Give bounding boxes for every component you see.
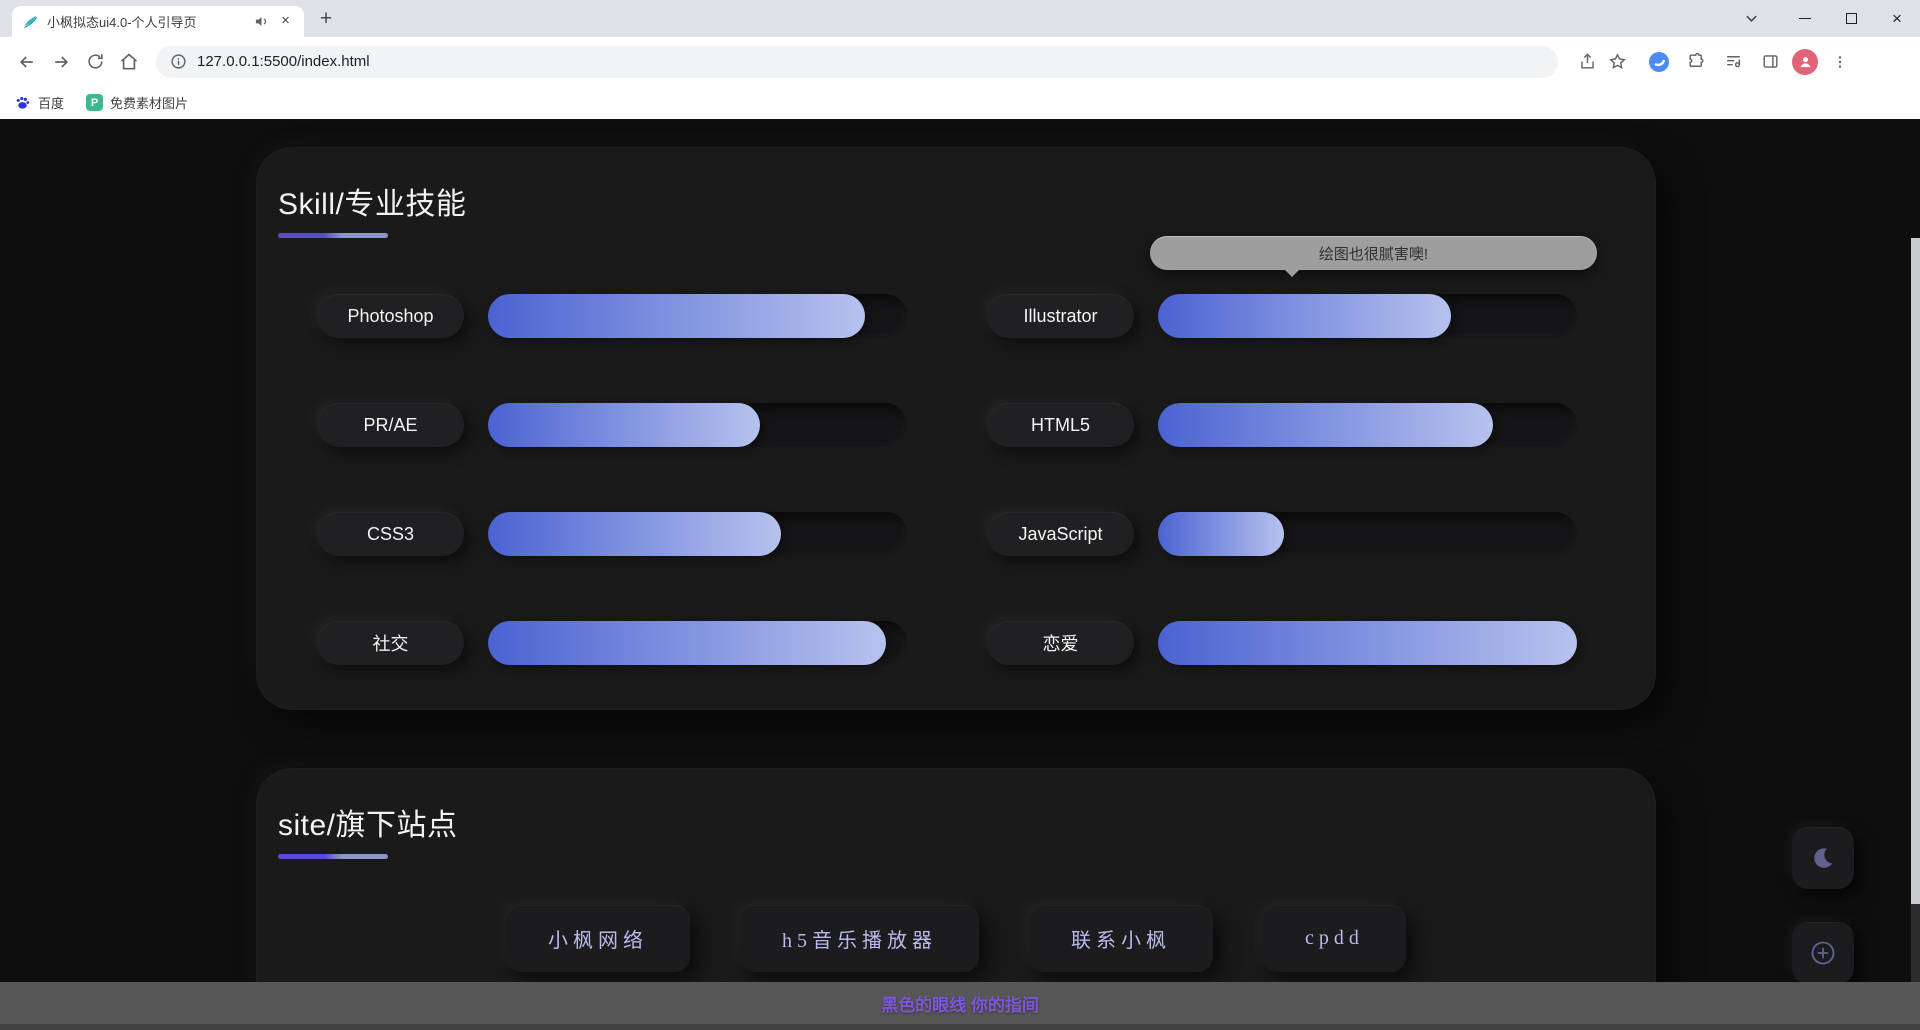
toolbar-extensions [1644, 47, 1855, 77]
skill-row: Photoshop [317, 294, 907, 338]
skill-label: HTML5 [987, 403, 1134, 447]
reload-icon[interactable] [78, 45, 112, 79]
close-tab-icon[interactable]: × [277, 13, 294, 30]
title-underline [278, 854, 388, 859]
site-link-button[interactable]: cpdd [1263, 905, 1406, 972]
skill-progress-track: 绘图也很腻害噢! [1158, 294, 1577, 338]
skill-progress-track [488, 294, 907, 338]
new-tab-button[interactable]: + [312, 6, 340, 34]
skill-label: CSS3 [317, 512, 464, 556]
title-underline [278, 233, 388, 238]
extension-circle-icon[interactable] [1644, 47, 1674, 77]
skill-label: 社交 [317, 621, 464, 665]
site-favicon-icon [22, 13, 39, 30]
skill-progress-track [488, 621, 907, 665]
bookmark-label: 免费素材图片 [110, 93, 188, 112]
media-control-icon[interactable] [1718, 47, 1748, 77]
tab-strip: 小枫拟态ui4.0-个人引导页 × + × [0, 0, 1920, 37]
maximize-button[interactable] [1828, 0, 1874, 37]
profile-avatar[interactable] [1792, 49, 1818, 75]
skill-progress-fill [488, 403, 760, 447]
audio-icon[interactable] [254, 14, 269, 29]
skill-row: 恋爱 [987, 621, 1577, 665]
star-icon[interactable] [1602, 47, 1632, 77]
site-section-title: site/旗下站点 [278, 800, 1656, 844]
skill-progress-fill [488, 512, 781, 556]
skill-row: PR/AE [317, 403, 907, 447]
skill-label: 恋爱 [987, 621, 1134, 665]
skill-section-card: Skill/专业技能 Photoshop PR/AE CSS3 社交 Illustra… [256, 147, 1656, 710]
lyric-footer: 黑色的眼线 你的指间 [0, 982, 1920, 1030]
bookmark-material[interactable]: P 免费素材图片 [86, 93, 188, 112]
bookmarks-bar: 百度 P 免费素材图片 [0, 86, 1920, 119]
site-links-row: 小枫网络 h5音乐播放器联系小枫 cpdd [256, 905, 1656, 972]
puzzle-icon[interactable] [1681, 47, 1711, 77]
add-circle-icon[interactable] [1792, 922, 1854, 984]
theme-toggle-moon-icon[interactable] [1792, 827, 1854, 889]
side-panel-icon[interactable] [1755, 47, 1785, 77]
browser-toolbar: 127.0.0.1:5500/index.html [0, 37, 1920, 86]
tab-search-chevron-icon[interactable] [1734, 0, 1768, 37]
skill-label: JavaScript [987, 512, 1134, 556]
site-link-button[interactable]: 联系小枫 [1029, 905, 1213, 972]
skill-progress-fill [1158, 621, 1577, 665]
web-page: Skill/专业技能 Photoshop PR/AE CSS3 社交 Illustra… [0, 119, 1920, 1030]
skill-row: Illustrator 绘图也很腻害噢! [987, 294, 1577, 338]
skill-row: CSS3 [317, 512, 907, 556]
lyric-text: 黑色的眼线 你的指间 [881, 991, 1039, 1016]
back-icon[interactable] [10, 45, 44, 79]
bookmark-label: 百度 [38, 93, 64, 112]
skill-row: HTML5 [987, 403, 1577, 447]
skill-label: Photoshop [317, 294, 464, 338]
skill-label: PR/AE [317, 403, 464, 447]
menu-dots-icon[interactable] [1825, 47, 1855, 77]
tab-active[interactable]: 小枫拟态ui4.0-个人引导页 × [12, 6, 304, 37]
skill-row: JavaScript [987, 512, 1577, 556]
site-link-button[interactable]: h5音乐播放器 [740, 905, 979, 972]
info-icon[interactable] [170, 53, 187, 70]
skill-progress-track [488, 512, 907, 556]
baidu-paw-icon [14, 94, 31, 111]
tooltip-arrow-icon [1284, 269, 1300, 277]
skill-label: Illustrator [987, 294, 1134, 338]
skill-row: 社交 [317, 621, 907, 665]
skill-column-left: Photoshop PR/AE CSS3 社交 [317, 294, 907, 730]
skill-progress-track [488, 403, 907, 447]
skill-progress-fill [1158, 294, 1451, 338]
skill-progress-fill [1158, 403, 1493, 447]
tab-title: 小枫拟态ui4.0-个人引导页 [47, 12, 246, 31]
url-text[interactable]: 127.0.0.1:5500/index.html [197, 53, 370, 70]
forward-icon[interactable] [44, 45, 78, 79]
home-icon[interactable] [112, 45, 146, 79]
skill-tooltip: 绘图也很腻害噢! [1150, 236, 1597, 270]
browser-window: { "theme": { "bar-start": "#4b63d2", "ba… [0, 0, 1920, 1030]
skill-progress-track [1158, 621, 1577, 665]
skill-section-title: Skill/专业技能 [278, 179, 1656, 223]
close-window-button[interactable]: × [1874, 0, 1920, 37]
window-controls: × [1734, 0, 1920, 37]
minimize-button[interactable] [1782, 0, 1828, 37]
scrollbar-track[interactable] [1911, 238, 1920, 982]
green-p-icon: P [86, 94, 103, 111]
skill-progress-track [1158, 512, 1577, 556]
skill-progress-fill [1158, 512, 1284, 556]
site-link-button[interactable]: 小枫网络 [506, 905, 690, 972]
bookmark-baidu[interactable]: 百度 [14, 93, 64, 112]
address-bar[interactable]: 127.0.0.1:5500/index.html [156, 46, 1558, 78]
skill-progress-track [1158, 403, 1577, 447]
skill-progress-fill [488, 621, 886, 665]
share-icon[interactable] [1572, 47, 1602, 77]
skill-progress-fill [488, 294, 865, 338]
scrollbar-thumb[interactable] [1911, 238, 1920, 904]
skill-column-right: Illustrator 绘图也很腻害噢! HTML5 JavaScript 恋爱 [987, 294, 1577, 730]
